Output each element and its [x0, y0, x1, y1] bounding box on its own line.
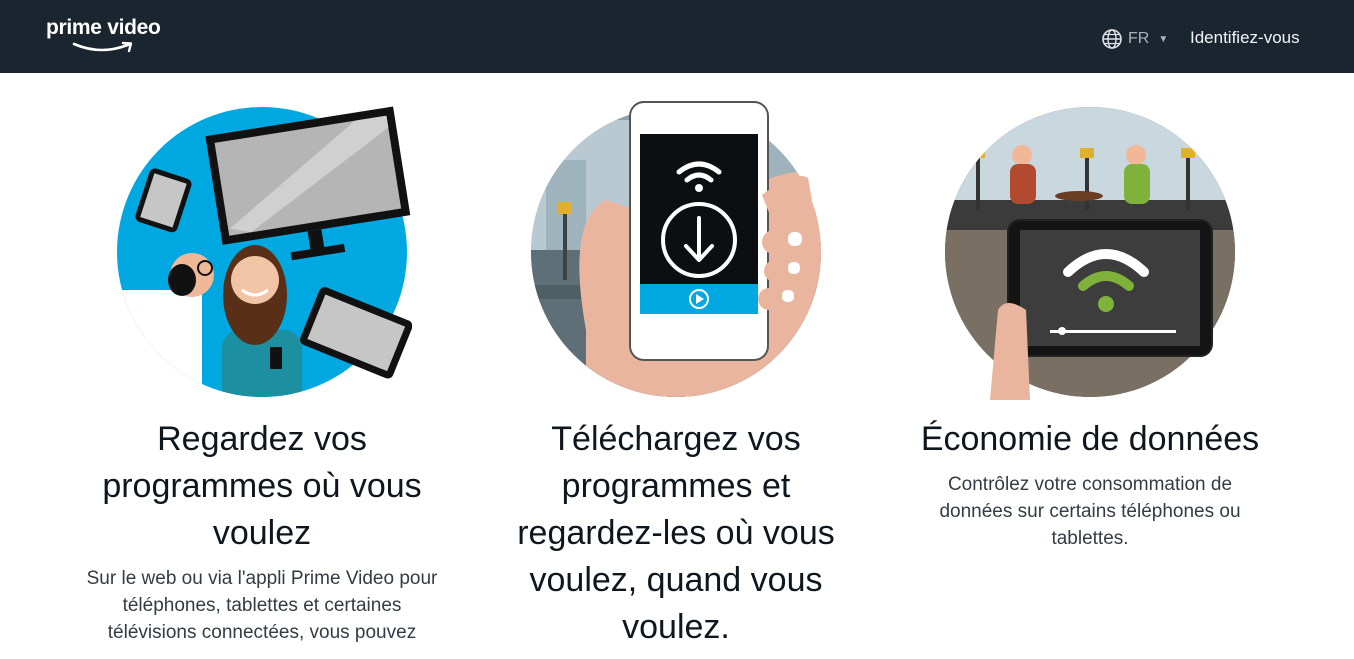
signin-link[interactable]: Identifiez-vous	[1190, 28, 1300, 48]
top-navigation-bar: prime video FR ▼ Identifiez-vous	[0, 0, 1354, 73]
feature-1-title: Regardez vos programmes où vous voulez	[102, 420, 422, 552]
feature-data-saving: Économie de données Contrôlez votre cons…	[880, 100, 1300, 552]
download-illustration	[531, 101, 821, 397]
feature-download: Téléchargez vos programmes et regardez-l…	[466, 100, 886, 659]
language-label: FR	[1128, 30, 1150, 47]
feature-2-title: Téléchargez vos programmes et regardez-l…	[517, 420, 835, 646]
prime-video-logo[interactable]: prime video	[46, 14, 166, 58]
language-selector[interactable]: FR ▼	[1101, 24, 1168, 54]
logo-text: prime video	[46, 16, 161, 39]
feature-3-title: Économie de données	[920, 420, 1260, 458]
feature-watch-anywhere: Regardez vos programmes où vous voulez S…	[52, 100, 472, 646]
chevron-down-icon: ▼	[1158, 33, 1169, 45]
data-saving-illustration	[945, 107, 1235, 400]
smile-arrow-icon	[72, 41, 133, 53]
feature-3-text: Contrôlez votre consommation de données …	[939, 474, 1241, 549]
feature-1-text: Sur le web ou via l'appli Prime Video po…	[86, 568, 438, 643]
watch-anywhere-illustration	[117, 106, 412, 397]
globe-icon	[1102, 29, 1122, 49]
